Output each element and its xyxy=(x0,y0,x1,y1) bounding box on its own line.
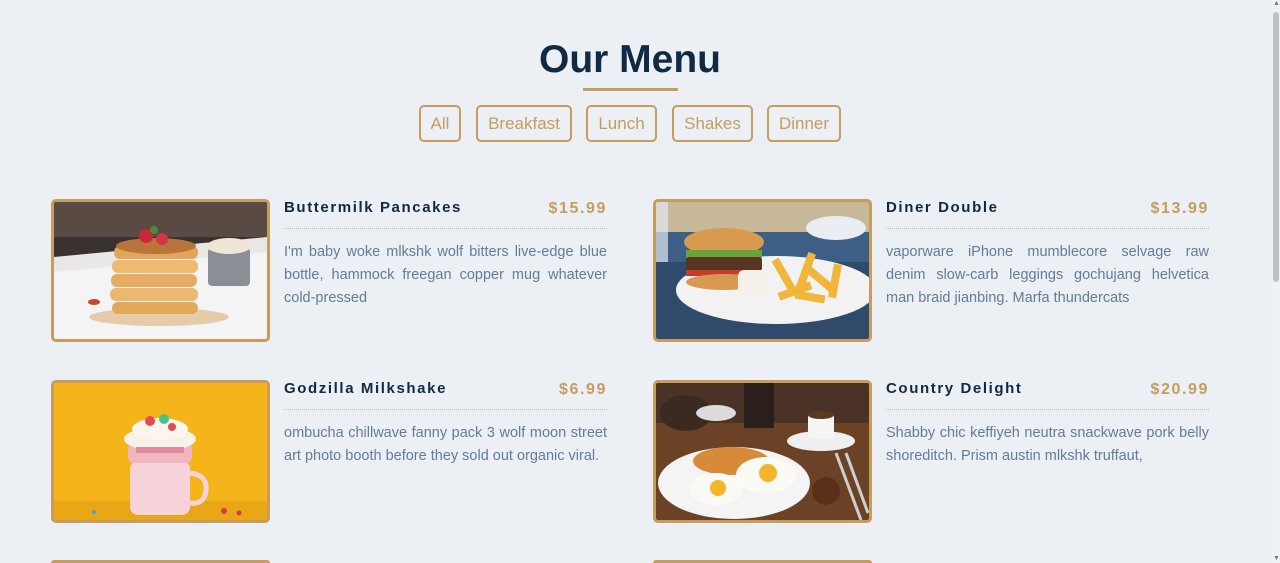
item-description: ombucha chillwave fanny pack 3 wolf moon… xyxy=(284,425,607,464)
scroll-down-icon[interactable]: ▼ xyxy=(1273,555,1280,563)
item-name: Diner Double xyxy=(886,199,999,216)
item-name: Buttermilk Pancakes xyxy=(284,199,462,216)
filter-lunch-button[interactable]: Lunch xyxy=(586,105,657,142)
menu-item: Godzilla Milkshake $6.99 ombucha chillwa… xyxy=(51,380,611,525)
filter-bar: All Breakfast Lunch Shakes Dinner xyxy=(0,105,1260,142)
filter-shakes-button[interactable]: Shakes xyxy=(672,105,753,142)
milkshake-photo xyxy=(51,380,270,523)
item-header: Buttermilk Pancakes $15.99 xyxy=(284,199,607,229)
scroll-up-icon[interactable]: ▲ xyxy=(1273,0,1280,8)
filter-dinner-button[interactable]: Dinner xyxy=(767,105,841,142)
page-scrollbar[interactable]: ▲ ▼ xyxy=(1272,0,1280,563)
item-description: Shabby chic keffiyeh neutra snackwave po… xyxy=(886,425,1209,464)
item-name: Godzilla Milkshake xyxy=(284,380,448,397)
menu-item: Diner Double $13.99 vaporware iPhone mum… xyxy=(653,199,1213,344)
item-price: $6.99 xyxy=(558,381,607,398)
menu-page: Our Menu All Breakfast Lunch Shakes Dinn… xyxy=(0,0,1272,563)
menu-item: Country Delight $20.99 Shabby chic keffi… xyxy=(653,380,1213,525)
title-underline xyxy=(583,88,678,91)
item-price: $13.99 xyxy=(1150,200,1209,217)
burger-photo xyxy=(653,199,872,342)
item-price: $20.99 xyxy=(1150,381,1209,398)
item-description: I'm baby woke mlkshk wolf bitters live-e… xyxy=(284,244,607,306)
item-description: vaporware iPhone mumblecore selvage raw … xyxy=(886,244,1209,306)
filter-breakfast-button[interactable]: Breakfast xyxy=(476,105,572,142)
item-header: Country Delight $20.99 xyxy=(886,380,1209,410)
breakfast-plate-photo xyxy=(653,380,872,523)
pancakes-photo xyxy=(51,199,270,342)
filter-all-button[interactable]: All xyxy=(419,105,461,142)
item-name: Country Delight xyxy=(886,380,1023,397)
item-header: Diner Double $13.99 xyxy=(886,199,1209,229)
page-title: Our Menu xyxy=(539,38,721,81)
item-header: Godzilla Milkshake $6.99 xyxy=(284,380,607,410)
scrollbar-thumb[interactable] xyxy=(1273,12,1279,282)
item-price: $15.99 xyxy=(548,200,607,217)
menu-item: Buttermilk Pancakes $15.99 I'm baby woke… xyxy=(51,199,611,344)
